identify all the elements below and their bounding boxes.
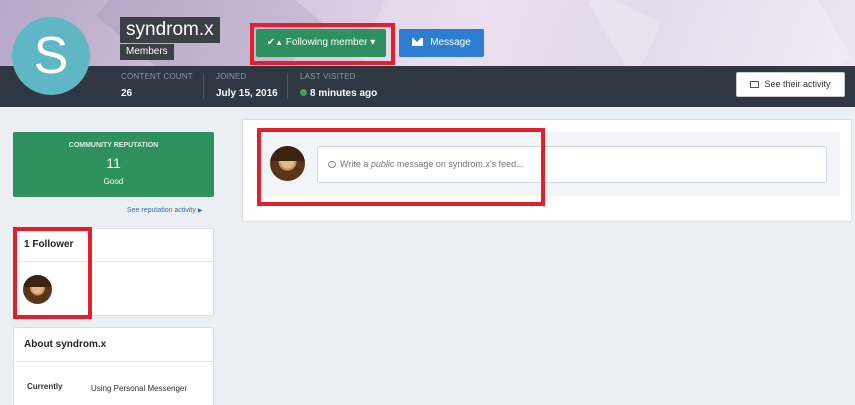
reputation-title: COMMUNITY REPUTATION <box>68 142 159 149</box>
about-card: About syndrom.x Currently Using Personal… <box>13 327 214 405</box>
reputation-value: 11 <box>106 155 121 171</box>
about-title: About syndrom.x <box>24 339 107 350</box>
stat-last-visited: LAST VISITED 8 minutes ago <box>300 72 377 99</box>
highlight-feed-composer <box>257 128 545 206</box>
see-activity-button[interactable]: See their activity <box>736 72 845 97</box>
about-field-value: Using Personal Messenger <box>91 384 188 393</box>
caret-right-icon: ▶ <box>197 208 203 214</box>
stat-joined: JOINED July 15, 2016 <box>216 72 278 99</box>
stat-label: LAST VISITED <box>300 72 356 81</box>
stat-label: CONTENT COUNT <box>121 72 193 81</box>
reputation-level: Good <box>103 177 124 186</box>
highlight-followers <box>13 227 92 319</box>
activity-button-label: See their activity <box>764 79 831 89</box>
stat-value: 26 <box>121 88 133 99</box>
envelope-icon <box>412 38 424 46</box>
stat-divider <box>287 73 288 99</box>
reputation-link-label: See reputation activity <box>127 207 196 214</box>
activity-list-icon <box>750 81 760 88</box>
online-status-icon <box>300 89 307 96</box>
stat-value: 8 minutes ago <box>310 88 378 99</box>
message-button-label: Message <box>430 37 471 48</box>
message-button[interactable]: Message <box>399 29 484 57</box>
reputation-box: COMMUNITY REPUTATION 11 Good <box>13 132 214 197</box>
stat-divider <box>203 73 204 99</box>
about-field-label: Currently <box>27 382 63 391</box>
profile-username: syndrom.x <box>120 17 220 43</box>
stat-value: July 15, 2016 <box>216 88 278 99</box>
profile-avatar[interactable]: S <box>12 17 90 95</box>
reputation-activity-link[interactable]: See reputation activity ▶ <box>127 207 202 214</box>
member-group-badge: Members <box>120 44 174 60</box>
stat-content-count: CONTENT COUNT 26 <box>121 72 193 99</box>
highlight-follow-button <box>250 23 395 65</box>
stat-label: JOINED <box>216 72 247 81</box>
